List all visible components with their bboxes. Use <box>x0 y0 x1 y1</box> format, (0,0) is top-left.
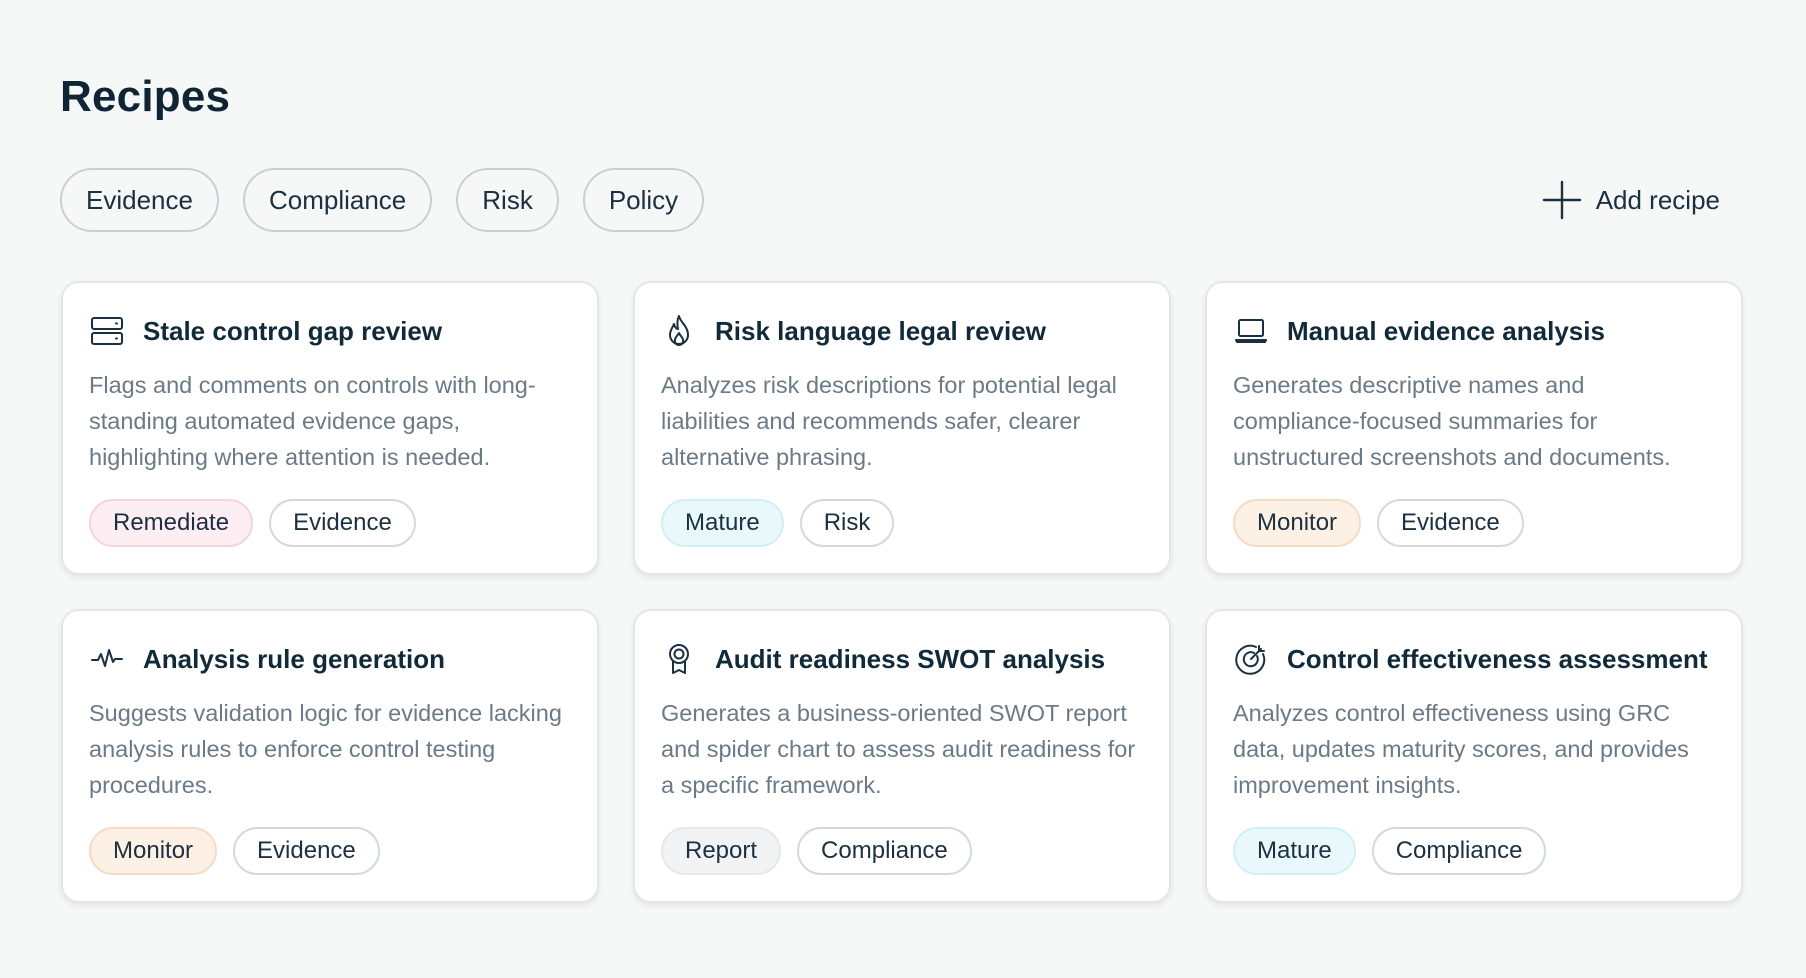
card-title: Stale control gap review <box>143 315 443 346</box>
recipe-card[interactable]: Manual evidence analysis Generates descr… <box>1205 281 1743 575</box>
filter-chips: Evidence Compliance Risk Policy <box>60 168 705 232</box>
activity-icon <box>89 641 125 677</box>
recipe-grid: Stale control gap review Flags and comme… <box>61 281 1743 903</box>
tag-monitor[interactable]: Monitor <box>89 827 218 875</box>
tag-evidence[interactable]: Evidence <box>1377 499 1524 547</box>
tag-evidence[interactable]: Evidence <box>233 827 380 875</box>
card-tags: Report Compliance <box>661 827 972 875</box>
card-description: Suggests validation logic for evidence l… <box>89 700 562 798</box>
card-title: Risk language legal review <box>715 315 1046 346</box>
card-title: Audit readiness SWOT analysis <box>715 643 1106 674</box>
card-description: Analyzes control effectiveness using GRC… <box>1233 700 1689 798</box>
recipes-page: Recipes Evidence Compliance Risk Policy … <box>0 0 1806 978</box>
recipe-card[interactable]: Analysis rule generation Suggests valida… <box>61 609 599 903</box>
recipe-card[interactable]: Audit readiness SWOT analysis Generates … <box>633 609 1171 903</box>
card-tags: Mature Risk <box>661 499 895 547</box>
card-description: Flags and comments on controls with long… <box>89 372 536 470</box>
filter-chip-evidence[interactable]: Evidence <box>60 168 219 232</box>
flame-icon <box>661 313 697 349</box>
tag-evidence[interactable]: Evidence <box>269 499 416 547</box>
tag-risk[interactable]: Risk <box>799 499 895 547</box>
filter-chip-policy[interactable]: Policy <box>582 168 705 232</box>
tag-compliance[interactable]: Compliance <box>1371 827 1547 875</box>
recipe-card[interactable]: Control effectiveness assessment Analyze… <box>1205 609 1743 903</box>
card-tags: Mature Compliance <box>1233 827 1547 875</box>
tag-remediate[interactable]: Remediate <box>89 499 254 547</box>
tag-monitor[interactable]: Monitor <box>1233 499 1362 547</box>
recipe-card[interactable]: Risk language legal review Analyzes risk… <box>633 281 1171 575</box>
tag-compliance[interactable]: Compliance <box>797 827 972 875</box>
award-icon <box>661 641 697 677</box>
card-tags: Remediate Evidence <box>89 499 416 547</box>
server-icon <box>89 313 125 349</box>
card-description: Analyzes risk descriptions for potential… <box>661 372 1117 470</box>
recipe-card[interactable]: Stale control gap review Flags and comme… <box>61 281 599 575</box>
tag-mature[interactable]: Mature <box>1233 827 1356 875</box>
target-icon <box>1233 641 1269 677</box>
filter-chip-risk[interactable]: Risk <box>456 168 559 232</box>
laptop-icon <box>1233 313 1269 349</box>
filter-chip-compliance[interactable]: Compliance <box>242 168 433 232</box>
page-title: Recipes <box>60 72 231 121</box>
card-tags: Monitor Evidence <box>89 827 380 875</box>
card-title: Control effectiveness assessment <box>1287 643 1708 674</box>
card-title: Manual evidence analysis <box>1287 315 1605 346</box>
add-recipe-button[interactable]: Add recipe <box>1542 170 1720 230</box>
plus-icon <box>1542 180 1582 220</box>
card-description: Generates descriptive names and complian… <box>1233 372 1671 470</box>
card-title: Analysis rule generation <box>143 643 445 674</box>
tag-report[interactable]: Report <box>661 827 782 875</box>
card-tags: Monitor Evidence <box>1233 499 1524 547</box>
card-description: Generates a business-oriented SWOT repor… <box>661 700 1136 798</box>
tag-mature[interactable]: Mature <box>661 499 784 547</box>
add-recipe-label: Add recipe <box>1595 184 1720 215</box>
